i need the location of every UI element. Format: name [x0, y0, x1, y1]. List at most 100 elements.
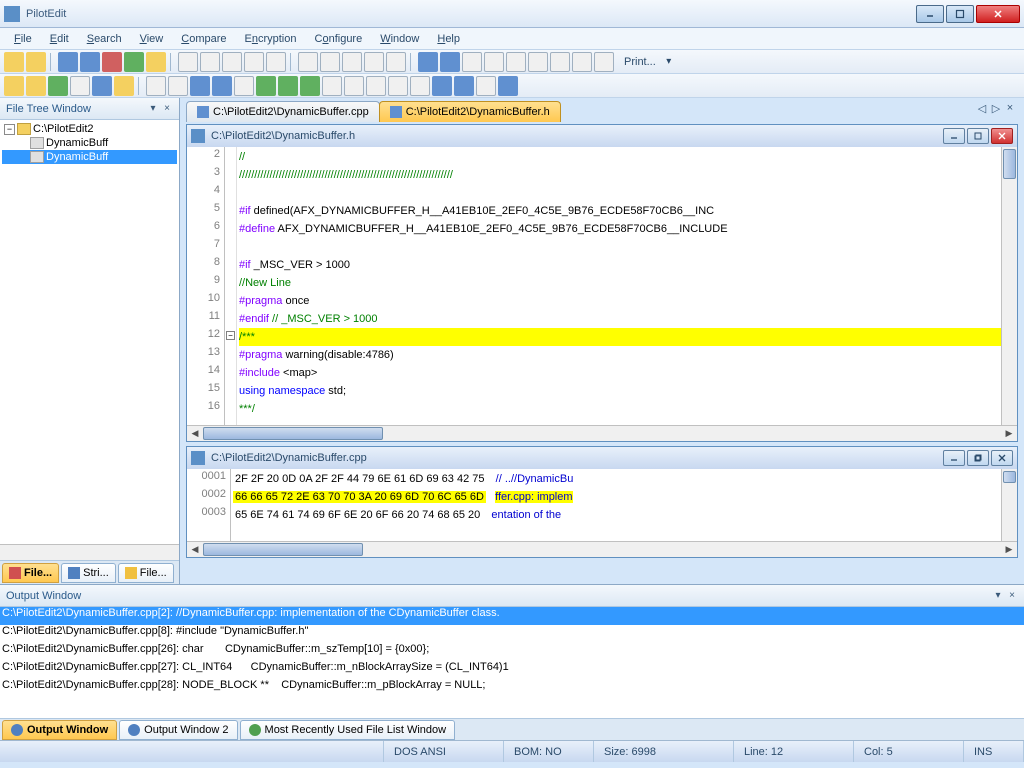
replace-icon[interactable]	[320, 52, 340, 72]
minimize-button[interactable]	[916, 5, 944, 23]
hex-content[interactable]: 2F 2F 20 0D 0A 2F 2F 44 79 6E 61 6D 69 6…	[231, 469, 1001, 541]
close-file-icon[interactable]	[102, 52, 122, 72]
reload-icon[interactable]	[124, 52, 144, 72]
wrap-icon[interactable]	[550, 52, 570, 72]
menu-configure[interactable]: Configure	[307, 30, 371, 48]
menu-help[interactable]: Help	[429, 30, 468, 48]
save-icon[interactable]	[58, 52, 78, 72]
menu-edit[interactable]: Edit	[42, 30, 77, 48]
tab-prev-icon[interactable]: ◁	[976, 101, 988, 115]
fold-toggle-icon[interactable]: −	[226, 331, 235, 340]
pin-icon[interactable]: ▾	[147, 103, 159, 115]
block-end-icon[interactable]	[484, 52, 504, 72]
file-add-icon[interactable]	[146, 52, 166, 72]
editor-restore-button[interactable]	[967, 450, 989, 466]
tree-tab-string[interactable]: Stri...	[61, 563, 116, 583]
diff-next-icon[interactable]	[212, 76, 232, 96]
copy-icon[interactable]	[244, 52, 264, 72]
cut-icon[interactable]	[222, 52, 242, 72]
tree-item-selected[interactable]: DynamicBuff	[2, 150, 177, 164]
new-file-icon[interactable]	[4, 52, 24, 72]
tree-root[interactable]: −C:\PilotEdit2	[2, 122, 177, 136]
hex-icon[interactable]	[528, 52, 548, 72]
prev-icon[interactable]	[418, 52, 438, 72]
print-icon[interactable]	[594, 52, 614, 72]
output-tab-1[interactable]: Output Window	[2, 720, 117, 740]
fold-all-icon[interactable]	[476, 76, 496, 96]
output-body[interactable]: C:\PilotEdit2\DynamicBuffer.cpp[2]: //Dy…	[0, 607, 1024, 718]
sort-icon[interactable]	[234, 76, 254, 96]
editor-minimize-button[interactable]	[943, 450, 965, 466]
collapse-icon[interactable]	[454, 76, 474, 96]
fold-column[interactable]: −	[225, 147, 237, 425]
bookmark-icon[interactable]	[364, 52, 384, 72]
horizontal-scrollbar[interactable]: ◀▶	[187, 425, 1017, 441]
favorite-icon[interactable]	[114, 76, 134, 96]
menu-compare[interactable]: Compare	[173, 30, 234, 48]
tree-tab-fav[interactable]: File...	[118, 563, 174, 583]
tree-tab-file[interactable]: File...	[2, 563, 59, 583]
redo-icon[interactable]	[200, 52, 220, 72]
run-icon[interactable]	[256, 76, 276, 96]
close-button[interactable]	[976, 5, 1020, 23]
panel-close-icon[interactable]: ×	[1006, 590, 1018, 602]
filetree-body[interactable]: −C:\PilotEdit2 DynamicBuff DynamicBuff	[0, 120, 179, 544]
merge-icon[interactable]	[168, 76, 188, 96]
menu-window[interactable]: Window	[372, 30, 427, 48]
zoom-in-icon[interactable]	[366, 76, 386, 96]
editor-close-button[interactable]	[991, 450, 1013, 466]
maximize-button[interactable]	[946, 5, 974, 23]
editor-minimize-button[interactable]	[943, 128, 965, 144]
vertical-scrollbar[interactable]	[1001, 147, 1017, 425]
compare-icon[interactable]	[146, 76, 166, 96]
menu-search[interactable]: Search	[79, 30, 130, 48]
pin-icon[interactable]: ▾	[992, 590, 1004, 602]
outdent-icon[interactable]	[344, 76, 364, 96]
vertical-scrollbar[interactable]	[1001, 469, 1017, 541]
editor-h-body[interactable]: 2345678910111213141516 − ///////////////…	[187, 147, 1017, 425]
paste-icon[interactable]	[266, 52, 286, 72]
code-content[interactable]: ////////////////////////////////////////…	[237, 147, 1001, 425]
tree-item[interactable]: DynamicBuff	[2, 136, 177, 150]
next-icon[interactable]	[440, 52, 460, 72]
sync-icon[interactable]	[70, 76, 90, 96]
find-icon[interactable]	[298, 52, 318, 72]
tree-hscroll[interactable]	[0, 544, 179, 560]
save-session-icon[interactable]	[92, 76, 112, 96]
horizontal-scrollbar[interactable]: ◀▶	[187, 541, 1017, 557]
block-start-icon[interactable]	[462, 52, 482, 72]
editor-close-button[interactable]	[991, 128, 1013, 144]
column-icon[interactable]	[506, 52, 526, 72]
editor-cpp-body[interactable]: 000100020003 2F 2F 20 0D 0A 2F 2F 44 79 …	[187, 469, 1017, 541]
print-label[interactable]: Print...	[620, 56, 660, 68]
tab-next-icon[interactable]: ▷	[990, 101, 1002, 115]
editor-maximize-button[interactable]	[967, 128, 989, 144]
expand-icon[interactable]	[432, 76, 452, 96]
diff-prev-icon[interactable]	[190, 76, 210, 96]
tree-refresh-icon[interactable]	[48, 76, 68, 96]
menu-view[interactable]: View	[132, 30, 172, 48]
menu-file[interactable]: File	[6, 30, 40, 48]
ruler-icon[interactable]	[572, 52, 592, 72]
panel-close-icon[interactable]: ×	[161, 103, 173, 115]
save-all-icon[interactable]	[80, 52, 100, 72]
folder-icon[interactable]	[4, 76, 24, 96]
output-tab-mru[interactable]: Most Recently Used File List Window	[240, 720, 456, 740]
folder-open-icon[interactable]	[26, 76, 46, 96]
goto-icon[interactable]	[386, 52, 406, 72]
down-icon[interactable]	[300, 76, 320, 96]
undo-icon[interactable]	[178, 52, 198, 72]
up-icon[interactable]	[278, 76, 298, 96]
collapse-all-icon[interactable]	[498, 76, 518, 96]
tab-close-icon[interactable]: ×	[1004, 101, 1016, 115]
find-next-icon[interactable]	[342, 52, 362, 72]
menu-encryption[interactable]: Encryption	[237, 30, 305, 48]
dropdown-icon[interactable]: ▾	[662, 55, 676, 69]
doc-tab-cpp[interactable]: C:\PilotEdit2\DynamicBuffer.cpp	[186, 101, 380, 122]
open-file-icon[interactable]	[26, 52, 46, 72]
indent-icon[interactable]	[322, 76, 342, 96]
doc-tab-h[interactable]: C:\PilotEdit2\DynamicBuffer.h	[379, 101, 561, 122]
zoom-out-icon[interactable]	[388, 76, 408, 96]
fit-icon[interactable]	[410, 76, 430, 96]
output-tab-2[interactable]: Output Window 2	[119, 720, 237, 740]
